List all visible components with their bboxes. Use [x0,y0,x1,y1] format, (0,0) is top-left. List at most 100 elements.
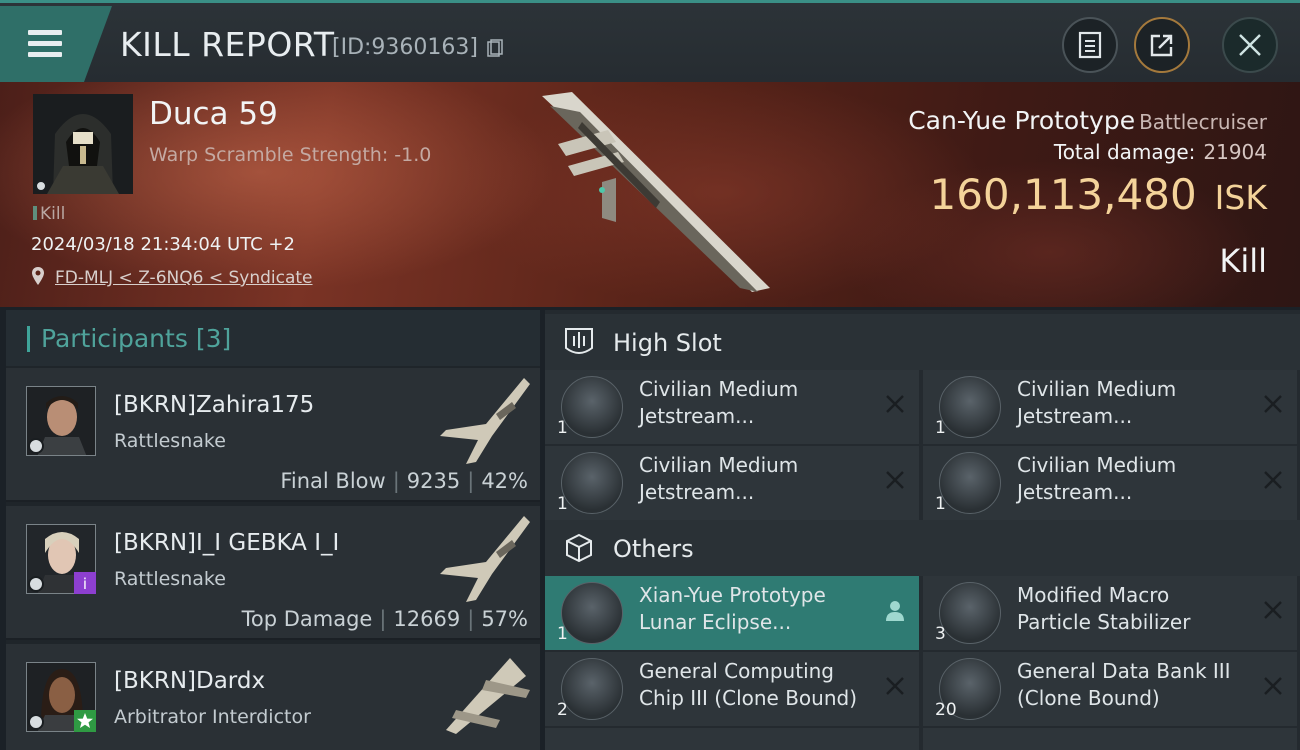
menu-icon [28,52,62,57]
menu-button[interactable] [0,6,112,82]
menu-icon [28,41,62,46]
participant-name[interactable]: [BKRN]Dardx [114,668,265,694]
destroyed-x-icon [1264,677,1282,695]
close-button[interactable] [1222,17,1278,73]
item-name-line2: Particle Stabilizer [1017,610,1191,634]
kill-result: Kill [1219,242,1267,280]
isk-value-line: 160,113,480 ISK [929,170,1267,219]
item-name-line1: Modified Macro [1017,583,1170,607]
victim-ship-class: Battlecruiser [1139,110,1267,134]
module-item[interactable]: 1 Civilian Medium Jetstream... [923,370,1297,444]
close-icon [1239,34,1261,56]
cube-icon [566,533,592,563]
participant-stats: Top Damage | 12669 | 57% [242,607,528,631]
item-name-line1: Civilian Medium [639,377,799,401]
location-link[interactable]: FD-MLJ < Z-6NQ6 < Syndicate [55,268,313,288]
module-item[interactable]: 20 General Data Bank III (Clone Bound) [923,652,1297,726]
item-quantity: 2 [557,700,568,720]
item-quantity: 1 [935,418,946,438]
module-item[interactable]: 1 Civilian Medium Jetstream... [923,446,1297,520]
item-name: General Computing Chip III (Clone Bound) [639,658,889,712]
clipboard-button[interactable] [1062,17,1118,73]
participant-damage: 12669 [393,607,461,631]
item-name-line2: Jetstream... [1017,480,1133,504]
participant-ship: Rattlesnake [114,430,226,452]
item-quantity: 1 [557,494,568,514]
module-item[interactable]: 1 Civilian Medium Jetstream... [545,370,919,444]
scramble-strength: Warp Scramble Strength: -1.0 [149,144,432,166]
item-quantity: 20 [935,700,957,720]
participant-row[interactable]: i [BKRN]I_I GEBKA I_I Rattlesnake Top Da… [6,506,540,640]
fitting-panel: High Slot 1 Civilian Medium Jetstream... … [545,310,1300,750]
participant-stats: Final Blow | 9235 | 42% [280,469,528,493]
kill-datetime: 2024/03/18 21:34:04 UTC +2 [31,234,295,255]
item-name-line2: Jetstream... [639,404,755,428]
destroyed-x-icon [886,471,904,489]
victim-ship-name[interactable]: Can-Yue Prototype [908,106,1135,135]
stat-divider: | [467,469,475,493]
destroyed-x-icon [1264,395,1282,413]
item-name: General Data Bank III (Clone Bound) [1017,658,1267,712]
participants-title-label: Participants [41,324,188,353]
item-name-line1: Civilian Medium [639,453,799,477]
top-bar: KILL REPORT [ID:9360163] [0,0,1300,82]
module-item[interactable]: 2 General Computing Chip III (Clone Bound… [545,652,919,726]
stat-divider: | [392,469,400,493]
item-name: Civilian Medium Jetstream... [1017,376,1267,430]
page-title: KILL REPORT [120,25,335,64]
module-icon [561,452,623,514]
total-damage-value: 21904 [1203,140,1267,164]
high-slot-header: High Slot [545,314,1300,370]
svg-text:i: i [83,575,87,593]
pilot-icon [886,601,904,621]
kill-tag: Kill [33,204,65,224]
participant-name[interactable]: [BKRN]Zahira175 [114,392,314,418]
corp-badge-icon [28,576,44,592]
item-name: Civilian Medium Jetstream... [1017,452,1267,506]
participants-count: [3] [195,324,232,353]
share-button[interactable] [1134,17,1190,73]
others-title: Others [613,535,694,563]
item-name-line1: Civilian Medium [1017,377,1177,401]
stat-divider: | [467,607,475,631]
participant-name[interactable]: [BKRN]I_I GEBKA I_I [114,530,339,556]
participant-ship: Arbitrator Interdictor [114,706,311,728]
info-badge-icon: i [74,572,96,594]
item-name: Modified Macro Particle Stabilizer [1017,582,1267,636]
participant-ship: Rattlesnake [114,568,226,590]
high-slot-title: High Slot [613,329,722,357]
participant-row[interactable]: [BKRN]Zahira175 Rattlesnake Final Blow | 9… [6,368,540,502]
item-quantity: 1 [557,418,568,438]
module-icon [939,376,1001,438]
module-item[interactable]: 3 Modified Macro Particle Stabilizer [923,576,1297,650]
participant-percent: 42% [481,469,528,493]
victim-portrait[interactable] [33,94,133,194]
location-pin-icon [32,267,44,285]
module-icon [939,582,1001,644]
copy-icon[interactable] [487,39,503,58]
victim-name[interactable]: Duca 59 [149,96,278,132]
kill-summary: Duca 59 Warp Scramble Strength: -1.0 Kil… [0,82,1300,307]
total-damage: Total damage: 21904 [1054,140,1267,164]
participant-row[interactable]: [BKRN]Dardx Arbitrator Interdictor [6,644,540,750]
participant-percent: 57% [481,607,528,631]
module-item[interactable] [923,728,1297,750]
module-item-selected[interactable]: 1 Xian-Yue Prototype Lunar Eclipse... [545,576,919,650]
participants-panel: Participants [3] [BKRN]Zahira175 Rattles… [6,310,540,750]
isk-unit: ISK [1214,178,1267,217]
item-name-line2: (Clone Bound) [1017,686,1160,710]
item-name: Civilian Medium Jetstream... [639,452,889,506]
item-quantity: 1 [557,624,568,644]
share-icon [1150,34,1173,57]
total-damage-label: Total damage: [1053,140,1196,164]
item-name-line1: Civilian Medium [1017,453,1177,477]
others-header: Others [545,520,1300,576]
module-item[interactable]: 1 Civilian Medium Jetstream... [545,446,919,520]
star-badge-icon [74,710,96,732]
item-quantity: 1 [935,494,946,514]
module-item[interactable] [545,728,919,750]
report-id: [ID:9360163] [332,35,478,60]
module-icon [561,376,623,438]
participant-stat-label: Top Damage [241,607,373,631]
high-slot-icon [565,328,593,354]
